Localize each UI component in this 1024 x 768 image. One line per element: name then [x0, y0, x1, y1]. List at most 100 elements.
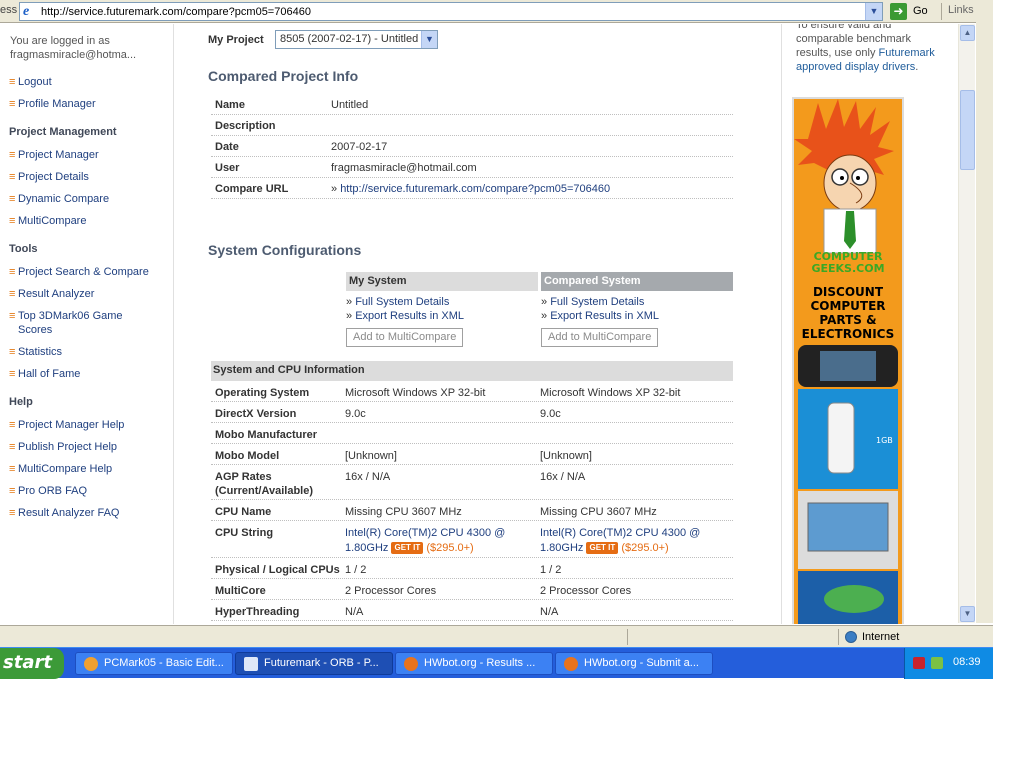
info-value: fragmasmiracle@hotmail.com — [331, 162, 477, 174]
sidebar-item-multicompare[interactable]: ≡ MultiCompare — [9, 214, 169, 228]
ad-logo: COMPUTER GEEKS.COM — [811, 250, 885, 275]
my-project-label: My Project — [208, 34, 264, 46]
firefox-icon — [564, 657, 578, 671]
network-icon[interactable] — [931, 657, 943, 669]
info-label: Name — [215, 99, 245, 111]
my-value: 16x / N/A — [345, 471, 391, 483]
project-select-value[interactable]: 8505 (2007-02-17) - Untitled — [280, 33, 418, 45]
task-futuremark-orb[interactable]: Futuremark - ORB - P... — [235, 652, 393, 675]
sidebar-item-profile-manager[interactable]: ≡ Profile Manager — [9, 97, 169, 111]
get-it-button[interactable]: GET IT — [586, 542, 619, 555]
info-label: User — [215, 162, 240, 174]
sidebar-item-logout[interactable]: ≡ Logout — [9, 75, 169, 89]
advertisement-banner[interactable]: 1GB COMPUTER GEEKS.COM DISCOUNT COMPUTER… — [792, 97, 904, 624]
my-system-header: My System — [346, 272, 538, 291]
table-row: Operating System Microsoft Windows XP 32… — [211, 381, 733, 402]
info-value: 2007-02-17 — [331, 141, 388, 153]
get-it-button[interactable]: GET IT — [391, 542, 424, 555]
bullet-icon: ≡ — [9, 266, 16, 278]
scrollbar-thumb[interactable] — [960, 90, 975, 170]
bullet-icon: ≡ — [9, 368, 16, 380]
bullet-icon: ≡ — [9, 310, 16, 322]
url-field[interactable]: e http://service.futuremark.com/compare?… — [19, 2, 883, 21]
my-value: Missing CPU 3607 MHz — [345, 506, 462, 518]
cmp-value: 9.0c — [540, 408, 561, 420]
address-label: ess — [0, 4, 18, 16]
shield-icon[interactable] — [913, 657, 925, 669]
task-hwbot-submit[interactable]: HWbot.org - Submit a... — [555, 652, 713, 675]
price-label[interactable]: ($295.0+) — [621, 542, 668, 554]
task-hwbot-results[interactable]: HWbot.org - Results ... — [395, 652, 553, 675]
my-add-multicompare-button[interactable]: Add to MultiCompare — [346, 328, 464, 347]
row-label: Mobo Model — [215, 450, 280, 462]
info-label: Compare URL — [215, 183, 289, 195]
bullet-icon: ≡ — [9, 485, 16, 497]
cmp-add-multicompare-button[interactable]: Add to MultiCompare — [541, 328, 659, 347]
row-label: CPU String — [215, 527, 274, 539]
row-label: DirectX Version — [215, 408, 297, 420]
url-text[interactable]: http://service.futuremark.com/compare?pc… — [41, 6, 311, 18]
bullet-icon: ≡ — [9, 419, 16, 431]
my-value: N/A — [345, 606, 364, 618]
sidebar-item-statistics[interactable]: ≡ Statistics — [9, 345, 169, 359]
cmp-value: 1 / 2 — [540, 564, 562, 576]
table-row: Physical / Logical CPUs 1 / 2 1 / 2 — [211, 558, 733, 579]
go-button[interactable]: ➜ Go — [889, 2, 935, 21]
row-label: CPU Name — [215, 506, 272, 518]
bullet-icon: ≡ — [9, 98, 16, 110]
price-label[interactable]: ($295.0+) — [426, 542, 473, 554]
sidebar-item-result-analyzer[interactable]: ≡ Result Analyzer — [9, 287, 169, 301]
sidebar-item-pro-orb-faq[interactable]: ≡ Pro ORB FAQ — [9, 484, 169, 498]
sidebar-item-multicompare-help[interactable]: ≡ MultiCompare Help — [9, 462, 169, 476]
status-divider — [627, 629, 628, 645]
my-value: Microsoft Windows XP 32-bit — [345, 387, 486, 399]
clock[interactable]: 08:39 — [953, 656, 981, 668]
sidebar-item-publish-project-help[interactable]: ≡ Publish Project Help — [9, 440, 169, 454]
my-export-xml-link[interactable]: » Export Results in XML — [346, 310, 464, 322]
sidebar-item-project-details[interactable]: ≡ Project Details — [9, 170, 169, 184]
start-button[interactable]: start — [0, 648, 64, 679]
ie-icon: e — [23, 4, 30, 19]
bullet-icon: ≡ — [9, 463, 16, 475]
cmp-full-details-link[interactable]: » Full System Details — [541, 296, 644, 308]
task-pcmark05[interactable]: PCMark05 - Basic Edit... — [75, 652, 233, 675]
bullet-icon: ≡ — [9, 507, 16, 519]
right-column: To ensure valid and comparable benchmark… — [781, 24, 958, 624]
sidebar-item-hall-of-fame[interactable]: ≡ Hall of Fame — [9, 367, 169, 381]
address-bar: ess e http://service.futuremark.com/comp… — [0, 0, 993, 23]
sidebar-item-result-analyzer-faq[interactable]: ≡ Result Analyzer FAQ — [9, 506, 169, 520]
info-row-user: User fragmasmiracle@hotmail.com — [211, 157, 733, 178]
main-content: My Project 8505 (2007-02-17) - Untitled … — [175, 24, 780, 624]
system-config-title: System Configurations — [208, 242, 362, 258]
cmp-value: Missing CPU 3607 MHz — [540, 506, 657, 518]
go-label[interactable]: Go — [913, 5, 928, 17]
sidebar-item-dynamic-compare[interactable]: ≡ Dynamic Compare — [9, 192, 169, 206]
cmp-value: [Unknown] — [540, 450, 592, 462]
driver-note: To ensure valid and comparable benchmark… — [796, 24, 935, 73]
my-full-details-link[interactable]: » Full System Details — [346, 296, 449, 308]
cmp-value: 16x / N/A — [540, 471, 586, 483]
go-arrow-icon[interactable]: ➜ — [890, 3, 907, 20]
my-value: Intel(R) Core(TM)2 CPU 4300 @ 1.80GHz GE… — [345, 526, 535, 556]
links-label[interactable]: Links — [948, 4, 974, 16]
scroll-down-icon[interactable]: ▼ — [960, 606, 975, 622]
compare-url-link[interactable]: » http://service.futuremark.com/compare?… — [331, 183, 610, 195]
sidebar-item-top-3dmark06[interactable]: ≡ Top 3DMark06 Game Scores — [9, 309, 169, 337]
scroll-up-icon[interactable]: ▲ — [960, 25, 975, 41]
cmp-export-xml-link[interactable]: » Export Results in XML — [541, 310, 659, 322]
info-label: Date — [215, 141, 239, 153]
dropdown-arrow-icon[interactable]: ▼ — [421, 31, 437, 48]
bullet-icon: ≡ — [9, 171, 16, 183]
vertical-scrollbar[interactable]: ▲ ▼ — [958, 24, 975, 623]
table-row: MultiCore 2 Processor Cores 2 Processor … — [211, 579, 733, 600]
row-label: HyperThreading — [215, 606, 300, 618]
window-frame — [976, 0, 993, 623]
project-select[interactable]: 8505 (2007-02-17) - Untitled ▼ — [275, 30, 438, 49]
sidebar-item-project-manager[interactable]: ≡ Project Manager — [9, 148, 169, 162]
nav-heading-project-management: Project Management — [9, 126, 117, 138]
ie-page-icon — [244, 657, 258, 671]
sidebar-item-project-manager-help[interactable]: ≡ Project Manager Help — [9, 418, 169, 432]
dropdown-arrow-icon[interactable]: ▼ — [865, 3, 882, 20]
sidebar-item-project-search[interactable]: ≡ Project Search & Compare — [9, 265, 169, 279]
internet-zone-icon — [845, 631, 857, 643]
